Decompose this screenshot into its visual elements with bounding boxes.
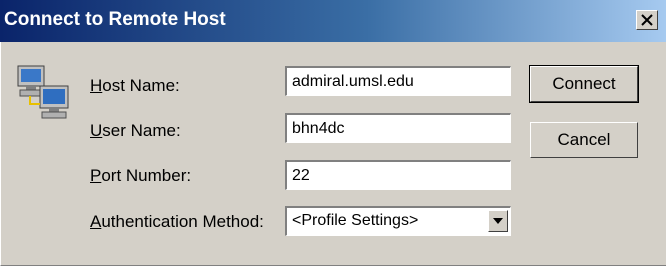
- host-name-label: Host Name:: [90, 76, 180, 95]
- connect-button[interactable]: Connect: [529, 65, 639, 103]
- port-number-label: Port Number:: [90, 166, 192, 185]
- authentication-method-value: <Profile Settings>: [292, 212, 419, 229]
- window-title: Connect to Remote Host: [4, 9, 226, 30]
- user-name-input[interactable]: [285, 113, 511, 143]
- title-bar: Connect to Remote Host: [0, 0, 666, 42]
- close-icon: [641, 14, 653, 26]
- port-number-input[interactable]: [285, 160, 511, 190]
- authentication-method-select[interactable]: <Profile Settings>: [285, 206, 511, 236]
- user-name-label: User Name:: [90, 121, 181, 140]
- network-computers-icon: [17, 65, 69, 119]
- host-name-input[interactable]: [285, 66, 511, 96]
- dropdown-arrow-icon: [493, 218, 503, 224]
- close-button[interactable]: [636, 10, 658, 30]
- cancel-button[interactable]: Cancel: [530, 122, 638, 158]
- dropdown-button[interactable]: [488, 210, 508, 232]
- authentication-method-label: Authentication Method:: [90, 212, 264, 231]
